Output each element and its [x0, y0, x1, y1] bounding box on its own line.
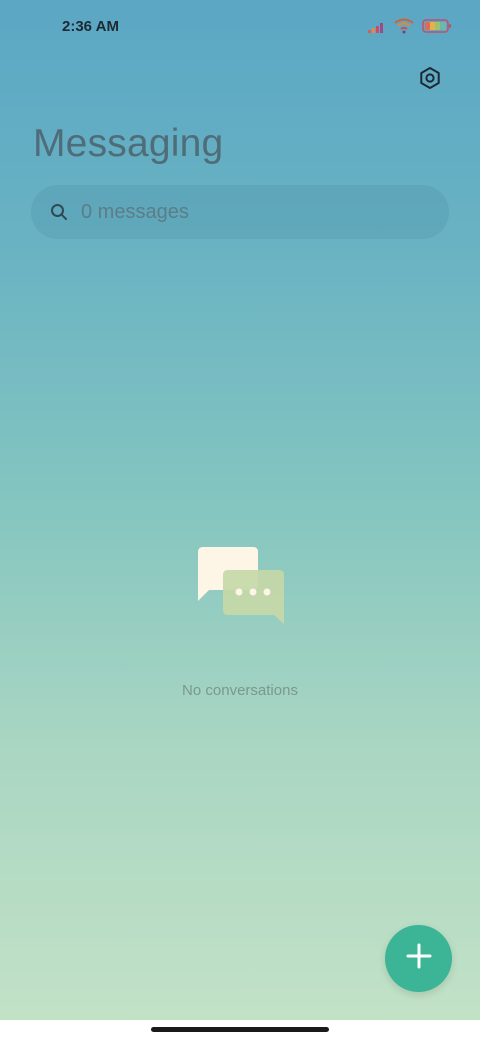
status-time: 2:36 AM: [62, 18, 119, 35]
search-input[interactable]: [79, 199, 413, 225]
battery-icon: [422, 19, 452, 38]
plus-icon: [405, 942, 433, 975]
settings-button[interactable]: [414, 64, 446, 96]
settings-hexagon-icon: [418, 66, 442, 95]
search-bar[interactable]: [31, 185, 449, 239]
status-icons: [368, 18, 452, 39]
new-conversation-button[interactable]: [385, 925, 452, 992]
page-title: Messaging: [33, 122, 224, 165]
status-bar: 2:36 AM: [0, 0, 480, 56]
home-indicator[interactable]: [151, 1027, 329, 1032]
signal-icon: [368, 20, 386, 38]
conversations-icon: [195, 545, 287, 627]
wifi-icon: [394, 18, 414, 39]
search-icon: [49, 202, 69, 222]
messaging-screen: 2:36 AM Messaging 0 messages No conversa…: [0, 0, 480, 1020]
empty-state-text: No conversations: [182, 682, 298, 699]
